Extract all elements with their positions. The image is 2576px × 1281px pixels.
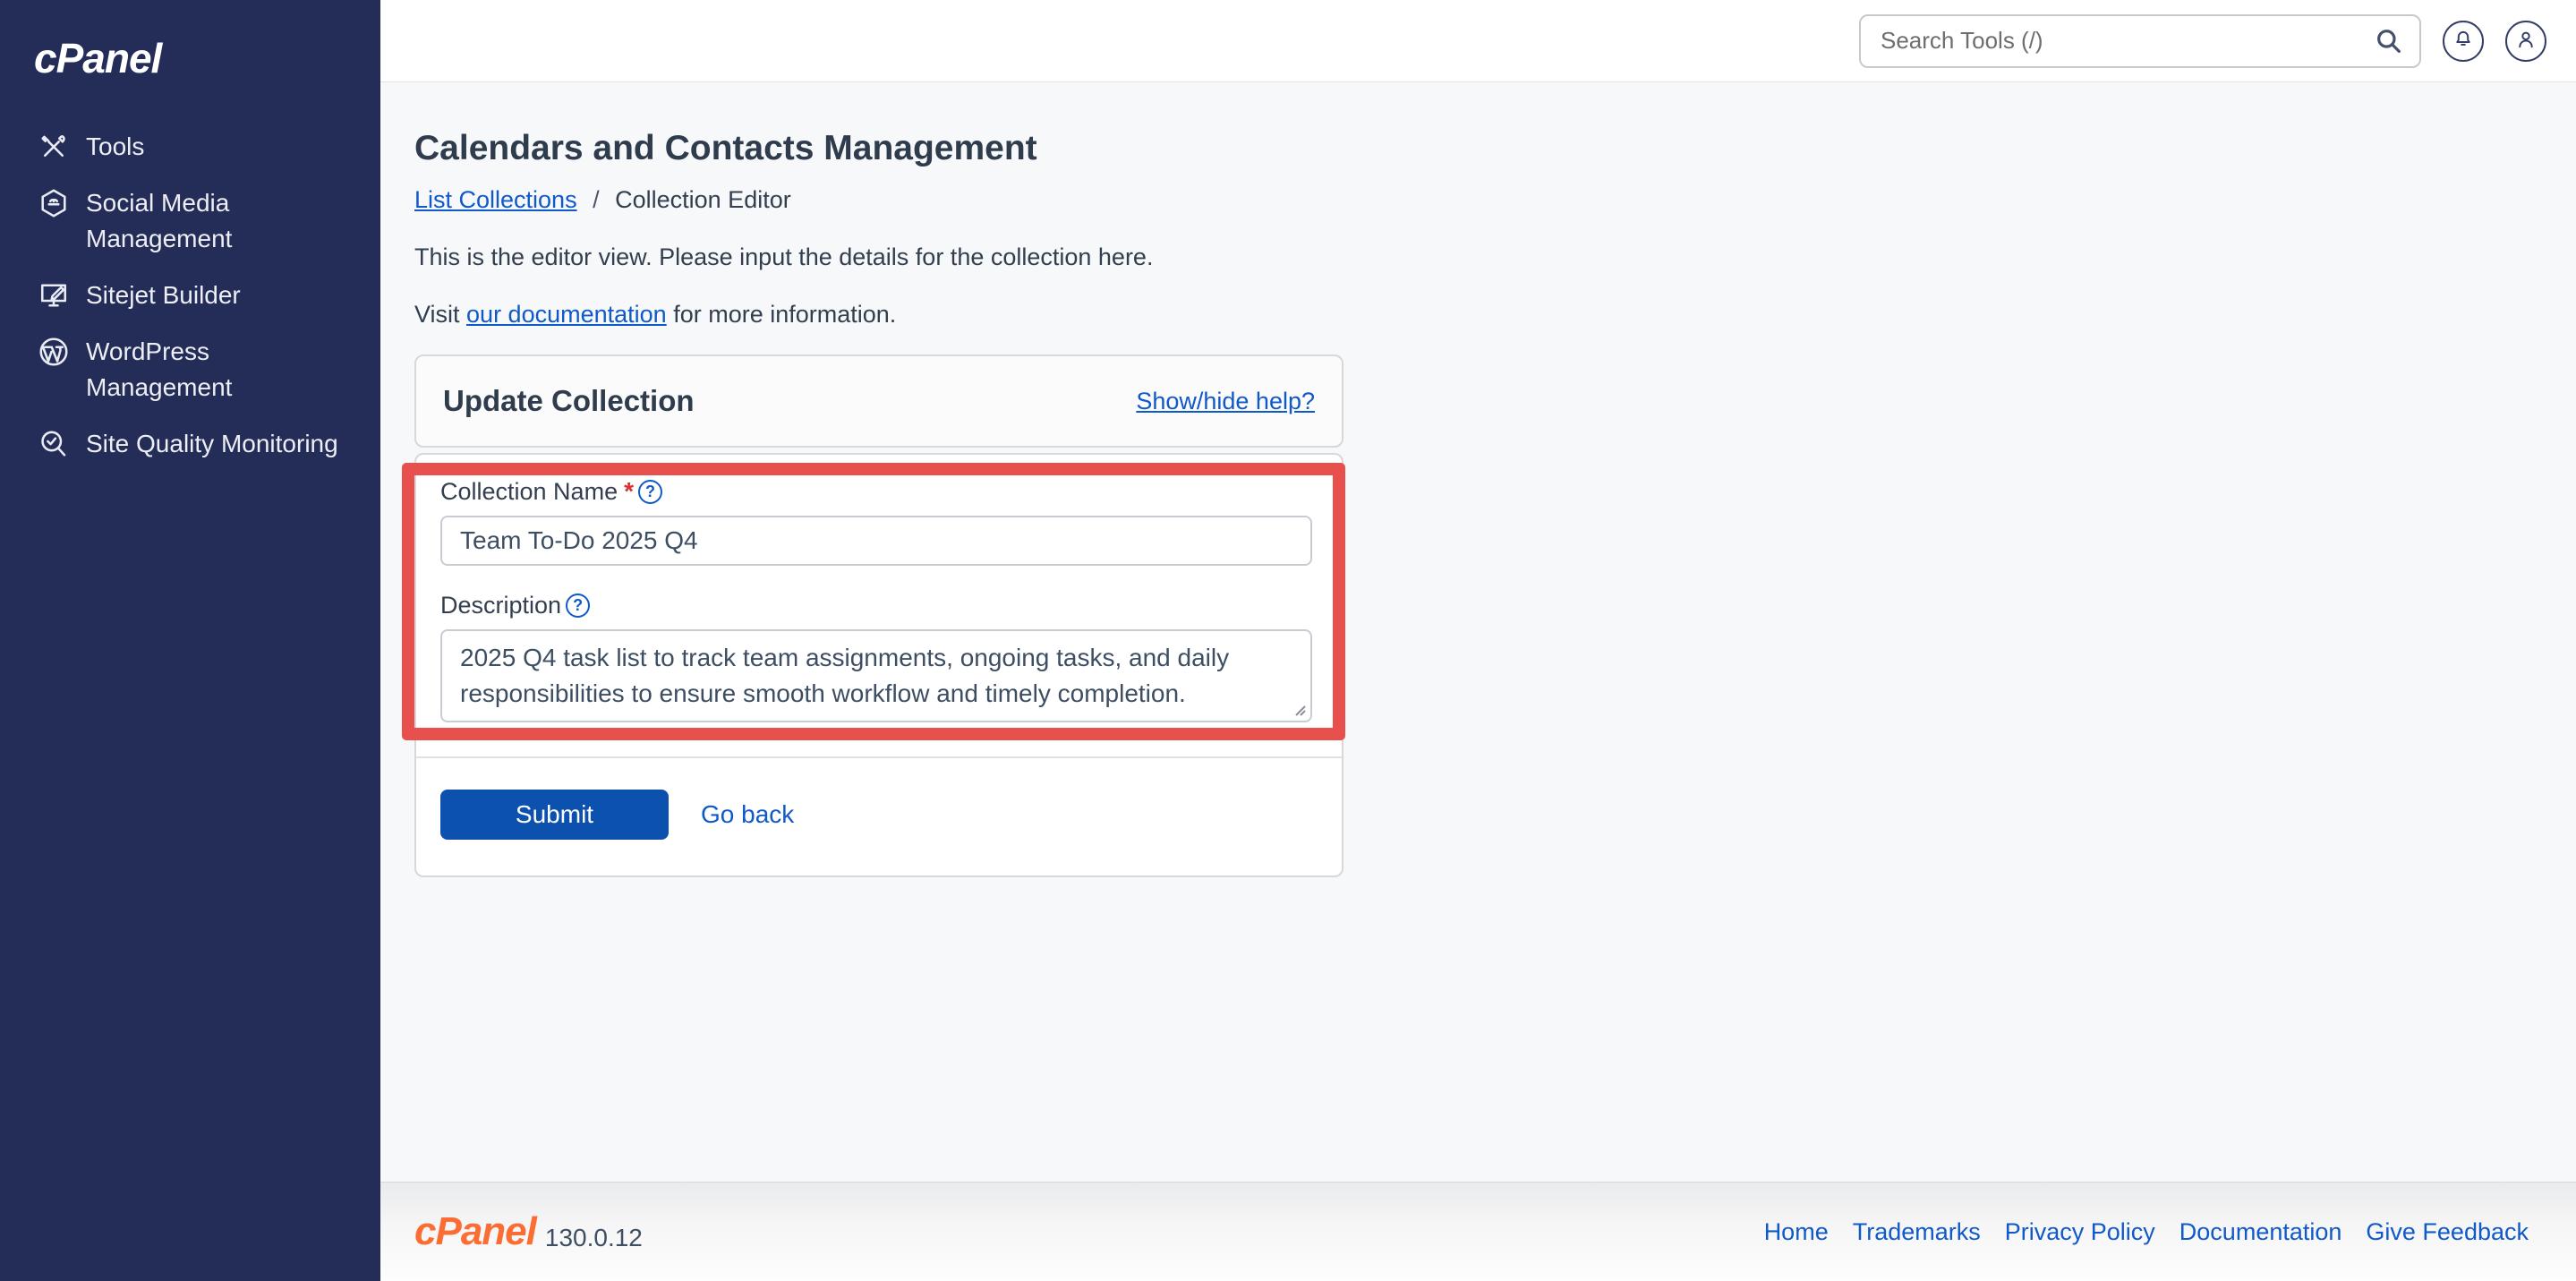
description-textarea-wrap: 2025 Q4 task list to track team assignme… xyxy=(440,629,1312,722)
cpanel-logo: cPanel xyxy=(34,34,380,82)
sidebar-nav: Tools Social Media Management Sitejet Bu… xyxy=(0,129,380,462)
help-icon[interactable]: ? xyxy=(638,480,662,504)
submit-button[interactable]: Submit xyxy=(440,790,669,840)
footer-links: Home Trademarks Privacy Policy Documenta… xyxy=(1764,1218,2529,1246)
collection-name-label: Collection Name xyxy=(440,476,618,507)
sitejet-builder-icon xyxy=(38,279,70,312)
update-collection-header: Update Collection Show/hide help? xyxy=(414,354,1343,448)
breadcrumb: List Collections / Collection Editor xyxy=(414,184,2576,216)
form-actions: Submit Go back xyxy=(416,758,1342,875)
breadcrumb-current: Collection Editor xyxy=(615,186,791,213)
documentation-link[interactable]: our documentation xyxy=(466,301,667,328)
tools-icon xyxy=(38,131,70,163)
sidebar-item-tools[interactable]: Tools xyxy=(0,129,380,165)
search-input[interactable] xyxy=(1859,14,2421,68)
footer: cPanel 130.0.12 Home Trademarks Privacy … xyxy=(380,1182,2576,1281)
footer-link-home[interactable]: Home xyxy=(1764,1218,1829,1246)
show-hide-help-link[interactable]: Show/hide help? xyxy=(1136,388,1315,415)
docs-text-suffix: for more information. xyxy=(667,301,897,328)
wordpress-icon xyxy=(38,336,70,368)
description-label: Description xyxy=(440,590,561,620)
sidebar-item-site-quality[interactable]: Site Quality Monitoring xyxy=(0,426,380,462)
notifications-button[interactable] xyxy=(2443,21,2484,62)
social-media-icon xyxy=(38,187,70,219)
page-title: Calendars and Contacts Management xyxy=(414,125,2576,171)
footer-branding: cPanel 130.0.12 xyxy=(414,1209,643,1254)
collection-name-label-row: Collection Name * ? xyxy=(440,476,1312,507)
docs-text-prefix: Visit xyxy=(414,301,466,328)
footer-link-privacy-policy[interactable]: Privacy Policy xyxy=(2005,1218,2155,1246)
bell-icon xyxy=(2452,28,2475,54)
sidebar-item-label: Tools xyxy=(86,129,144,165)
footer-cpanel-logo: cPanel xyxy=(414,1209,536,1254)
card-title: Update Collection xyxy=(443,384,695,418)
go-back-link[interactable]: Go back xyxy=(701,800,794,829)
site-quality-icon xyxy=(38,428,70,460)
description-label-row: Description ? xyxy=(440,590,1312,620)
sidebar-item-label: Social Media Management xyxy=(86,185,269,257)
search-box xyxy=(1859,14,2421,68)
sidebar: cPanel Tools Social Media Management Sit… xyxy=(0,0,380,1281)
footer-link-documentation[interactable]: Documentation xyxy=(2179,1218,2342,1246)
collection-name-input[interactable] xyxy=(440,516,1312,566)
intro-text: This is the editor view. Please input th… xyxy=(414,241,2576,273)
breadcrumb-separator: / xyxy=(593,186,600,213)
footer-link-trademarks[interactable]: Trademarks xyxy=(1853,1218,1981,1246)
footer-link-give-feedback[interactable]: Give Feedback xyxy=(2366,1218,2529,1246)
sidebar-item-sitejet-builder[interactable]: Sitejet Builder xyxy=(0,278,380,313)
resize-handle-icon[interactable] xyxy=(1291,701,1307,717)
docs-text: Visit our documentation for more informa… xyxy=(414,298,2576,330)
user-icon xyxy=(2514,28,2538,54)
topbar xyxy=(380,0,2576,82)
help-icon[interactable]: ? xyxy=(566,594,590,618)
sidebar-item-label: WordPress Management xyxy=(86,334,269,406)
form-fields: Collection Name * ? Description ? 2025 Q… xyxy=(416,455,1342,756)
collection-form-card: Collection Name * ? Description ? 2025 Q… xyxy=(414,453,1343,877)
account-button[interactable] xyxy=(2505,21,2546,62)
required-marker: * xyxy=(624,476,634,507)
breadcrumb-link-list-collections[interactable]: List Collections xyxy=(414,186,577,213)
description-textarea[interactable]: 2025 Q4 task list to track team assignme… xyxy=(440,629,1312,722)
footer-version: 130.0.12 xyxy=(545,1224,643,1252)
sidebar-item-social-media[interactable]: Social Media Management xyxy=(0,185,380,257)
sidebar-item-label: Sitejet Builder xyxy=(86,278,241,313)
sidebar-item-label: Site Quality Monitoring xyxy=(86,426,338,462)
sidebar-item-wordpress[interactable]: WordPress Management xyxy=(0,334,380,406)
search-icon xyxy=(2375,27,2403,56)
main-content: Calendars and Contacts Management List C… xyxy=(380,82,2576,1182)
